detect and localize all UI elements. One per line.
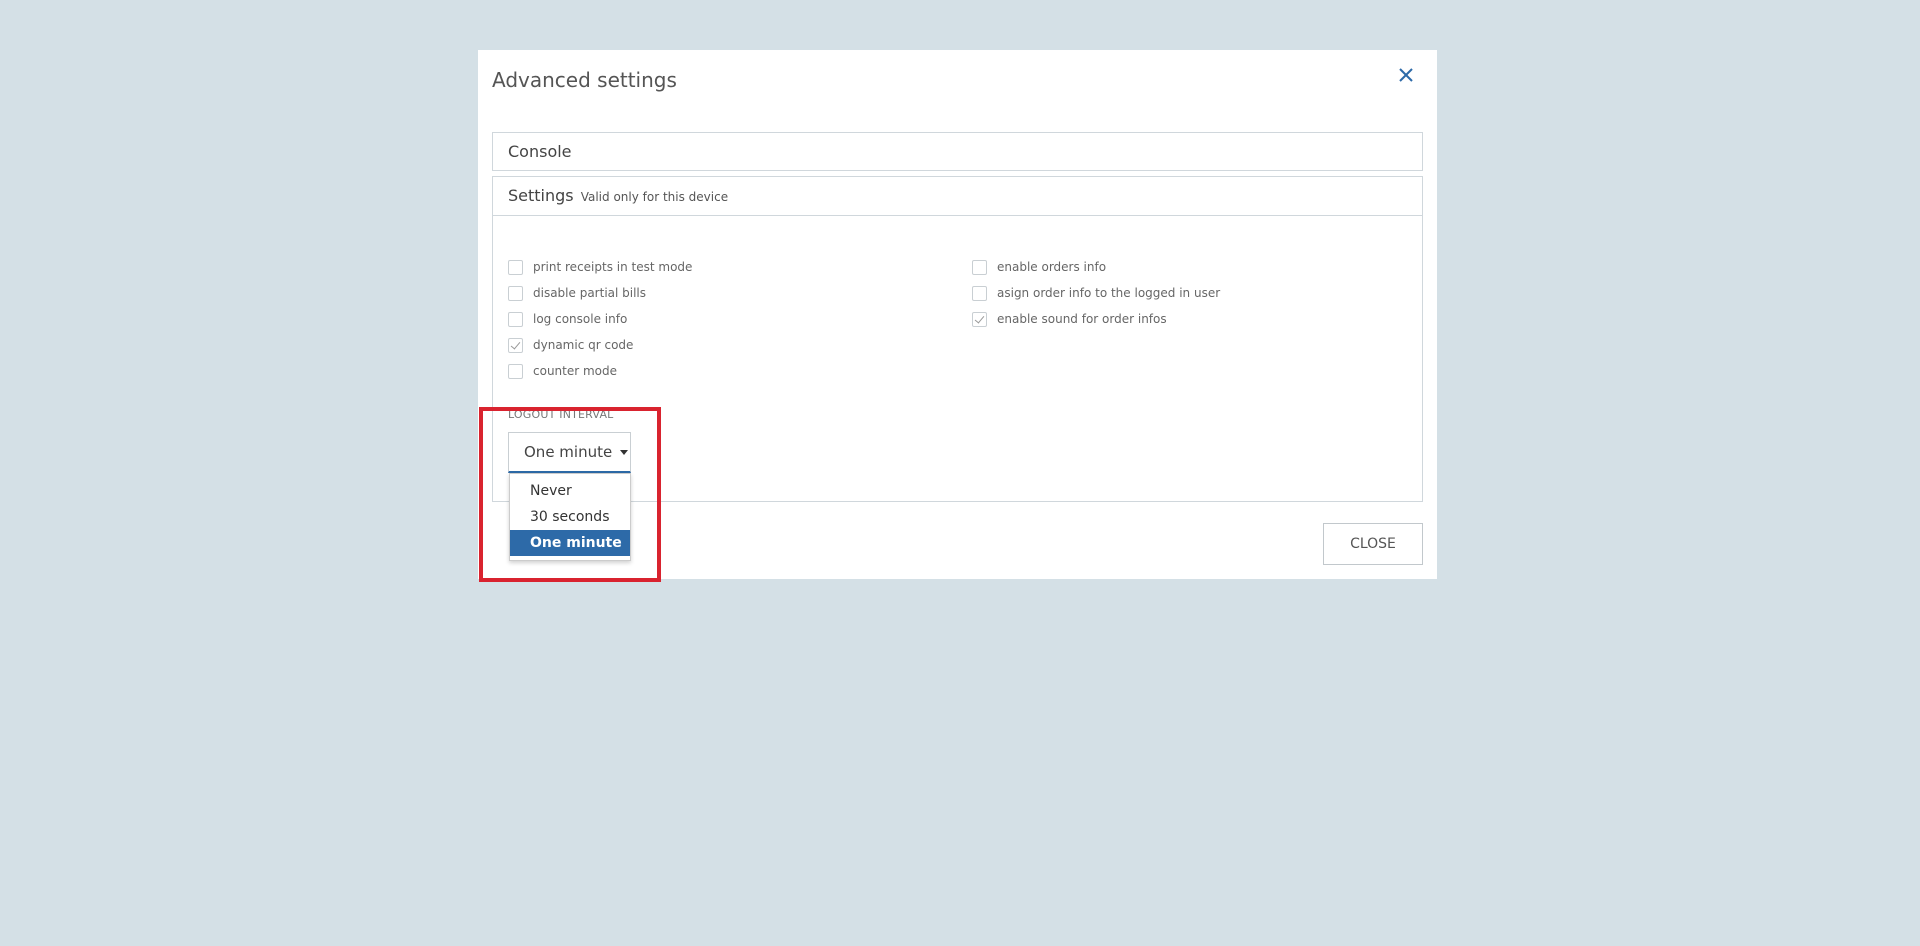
console-panel-heading[interactable]: Console	[493, 133, 1422, 172]
settings-heading-text: Settings	[508, 186, 574, 205]
caret-down-icon	[620, 449, 629, 455]
dropdown-option-never[interactable]: Never	[510, 478, 630, 504]
settings-panel-heading[interactable]: Settings Valid only for this device	[493, 177, 1422, 216]
option-label: asign order info to the logged in user	[997, 286, 1221, 300]
console-panel[interactable]: Console	[492, 132, 1423, 171]
logout-interval-dropdown: Never 30 seconds One minute	[509, 473, 631, 561]
close-icon[interactable]	[1393, 62, 1419, 88]
checkbox[interactable]	[972, 285, 987, 301]
checkbox-checked[interactable]	[508, 337, 523, 353]
option-log-console-info[interactable]: log console info	[508, 306, 692, 332]
option-print-receipts-test-mode[interactable]: print receipts in test mode	[508, 254, 692, 280]
dropdown-option-30-seconds[interactable]: 30 seconds	[510, 504, 630, 530]
logout-interval-label: LOGOUT INTERVAL	[508, 408, 614, 421]
option-dynamic-qr-code[interactable]: dynamic qr code	[508, 332, 692, 358]
selected-value: One minute	[524, 443, 613, 461]
option-label: disable partial bills	[533, 286, 647, 300]
option-label: enable orders info	[997, 260, 1107, 274]
left-options: print receipts in test mode disable part…	[508, 254, 692, 384]
close-button[interactable]: CLOSE	[1323, 523, 1423, 565]
checkbox[interactable]	[508, 363, 523, 379]
option-label: log console info	[533, 312, 628, 326]
settings-panel: Settings Valid only for this device prin…	[492, 176, 1423, 561]
option-label: print receipts in test mode	[533, 260, 693, 274]
checkbox[interactable]	[972, 259, 987, 275]
dialog-title: Advanced settings	[492, 68, 677, 92]
checkbox-checked[interactable]	[972, 311, 987, 327]
checkbox[interactable]	[508, 311, 523, 327]
dropdown-option-one-minute[interactable]: One minute	[510, 530, 630, 556]
option-label: enable sound for order infos	[997, 312, 1167, 326]
right-options: enable orders info asign order info to t…	[972, 254, 1220, 332]
advanced-settings-dialog: Advanced settings Console Settings Valid…	[478, 50, 1437, 579]
option-label: dynamic qr code	[533, 338, 634, 352]
settings-hint: Valid only for this device	[580, 190, 729, 204]
option-enable-sound-order-infos[interactable]: enable sound for order infos	[972, 306, 1220, 332]
option-asign-order-info[interactable]: asign order info to the logged in user	[972, 280, 1220, 306]
option-label: counter mode	[533, 364, 618, 378]
checkbox[interactable]	[508, 285, 523, 301]
option-enable-orders-info[interactable]: enable orders info	[972, 254, 1220, 280]
logout-interval-select[interactable]: One minute	[508, 432, 631, 473]
option-counter-mode[interactable]: counter mode	[508, 358, 692, 384]
checkbox[interactable]	[508, 259, 523, 275]
option-disable-partial-bills[interactable]: disable partial bills	[508, 280, 692, 306]
